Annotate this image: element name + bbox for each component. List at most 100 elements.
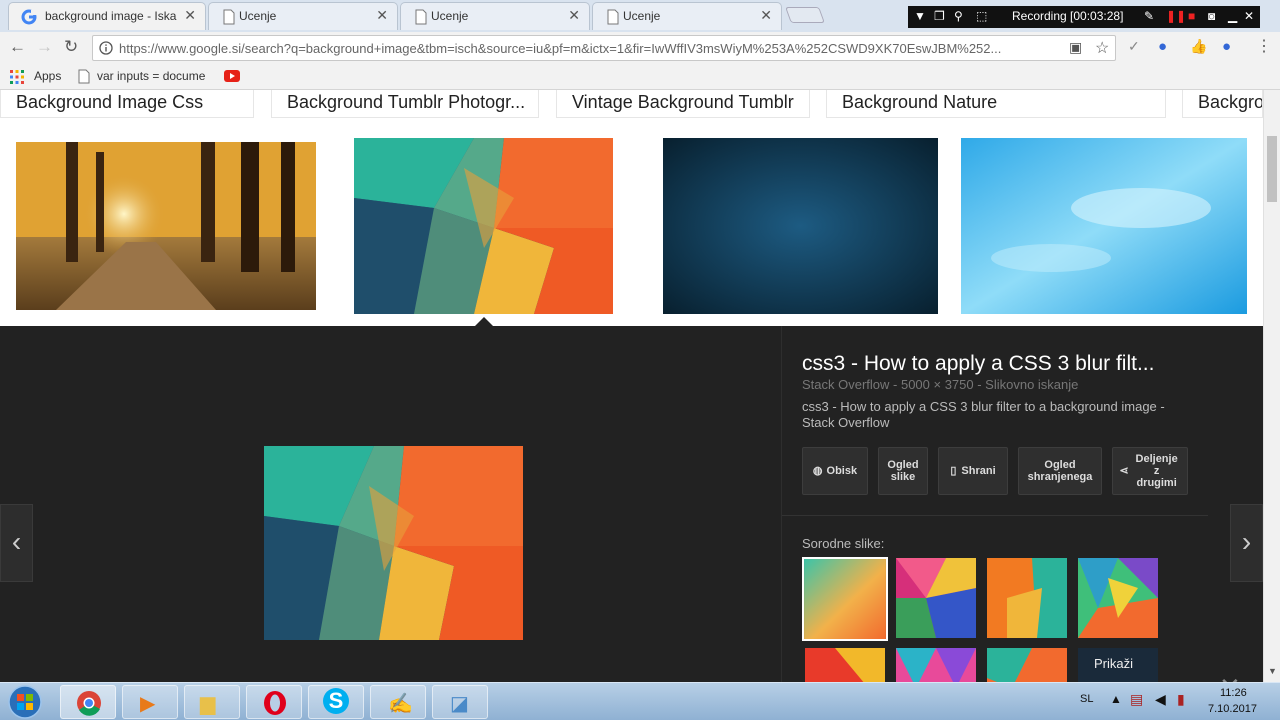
dropdown-icon[interactable]: ▼ <box>914 9 926 23</box>
start-button[interactable] <box>6 684 44 720</box>
related-search-chip[interactable]: Background Image Css <box>0 90 254 118</box>
youtube-icon[interactable] <box>224 70 240 82</box>
menu-icon[interactable]: ⋮ <box>1256 36 1272 56</box>
tab-ucenje-1[interactable]: Ucenje ✕ <box>208 2 398 30</box>
google-g-icon <box>21 9 37 25</box>
tab-ucenje-2[interactable]: Ucenje ✕ <box>400 2 590 30</box>
chip-label: Background Tumblr Photogr... <box>287 92 526 112</box>
address-bar[interactable]: https://www.google.si/search?q=backgroun… <box>92 35 1116 61</box>
next-image-button[interactable]: › <box>1230 504 1263 582</box>
chip-label: Background Image Css <box>16 92 204 112</box>
related-image-thumbnail[interactable] <box>987 558 1067 638</box>
view-image-button[interactable]: Ogled slike <box>878 447 928 495</box>
view-saved-button[interactable]: Ogled shranjenega <box>1018 447 1102 495</box>
region-icon[interactable]: ⬚ <box>976 9 987 23</box>
related-image-thumbnail[interactable] <box>802 557 888 641</box>
related-image-thumbnail[interactable] <box>987 648 1067 682</box>
related-search-chip[interactable]: Background Nature <box>826 90 1166 118</box>
taskbar-notepad[interactable]: ✍ <box>370 685 426 719</box>
taskbar-chrome[interactable] <box>60 685 116 719</box>
checkmark-icon[interactable]: ✓ <box>1128 38 1140 55</box>
chevron-left-icon: ‹ <box>11 526 22 557</box>
save-button[interactable]: ▯ Shrani <box>938 447 1008 495</box>
new-tab-button[interactable] <box>785 7 825 23</box>
chip-label: Vintage Background Tumblr <box>572 92 794 112</box>
bookmark-item[interactable]: var inputs = docume <box>97 69 209 83</box>
tab-ucenje-3[interactable]: Ucenje ✕ <box>592 2 782 30</box>
translate-icon[interactable]: ▣ <box>1069 39 1082 56</box>
related-image-thumbnail[interactable] <box>896 558 976 638</box>
page-icon <box>223 9 235 25</box>
profile-icon[interactable]: ● <box>1222 38 1231 55</box>
visit-label: Obisk <box>826 465 858 477</box>
divider <box>782 515 1208 516</box>
pen-icon[interactable]: ✎ <box>1144 9 1154 23</box>
recording-status: Recording [00:03:28] <box>1012 9 1124 23</box>
camera-icon[interactable]: ◙ <box>1208 9 1215 23</box>
language-indicator[interactable]: SL <box>1080 693 1093 705</box>
stop-icon[interactable]: ■ <box>1188 9 1195 23</box>
taskbar-media-player[interactable]: ▶ <box>122 685 178 719</box>
reload-icon[interactable]: ↻ <box>64 37 78 57</box>
apps-icon[interactable] <box>10 70 24 84</box>
extension-icon[interactable]: ● <box>1158 38 1167 55</box>
forward-icon[interactable]: → <box>36 37 53 57</box>
dark-blue-texture-thumbnail[interactable] <box>663 138 938 314</box>
bookmark-icon: ▯ <box>950 465 957 477</box>
windows-taskbar: ▶ ▆ S ✍ ◪ SL ▲ ▤ ◀ ▮ 11:26 7.10.2017 <box>0 682 1280 720</box>
tab-title: Ucenje <box>239 9 277 23</box>
related-search-chip[interactable]: Backgro <box>1182 90 1263 118</box>
power-icon[interactable]: ▮ <box>1177 691 1185 708</box>
zoom-icon[interactable]: ⚲ <box>954 9 963 23</box>
taskbar-opera[interactable] <box>246 685 302 719</box>
polygon-thumbnail[interactable] <box>354 138 613 314</box>
close-icon[interactable]: ✕ <box>184 7 196 24</box>
water-thumbnail[interactable] <box>961 138 1247 314</box>
close-preview-button[interactable]: ✕ <box>1219 672 1241 682</box>
folder-icon: ▆ <box>200 693 216 715</box>
recording-toolbar: ▼ ❐ ⚲ ⬚ Recording [00:03:28] ✎ ❚❚ ■ ◙ ▁ … <box>908 6 1260 28</box>
image-title[interactable]: css3 - How to apply a CSS 3 blur filt... <box>802 352 1154 376</box>
clock-date[interactable]: 7.10.2017 <box>1208 703 1257 715</box>
close-icon[interactable]: ✕ <box>760 7 772 24</box>
share-button[interactable]: ⋖ Deljenje z drugimi <box>1112 447 1188 495</box>
info-icon[interactable] <box>99 41 113 55</box>
scroll-down-icon[interactable]: ▼ <box>1268 666 1277 676</box>
chip-label: Background Nature <box>842 92 998 112</box>
restore-icon[interactable]: ❐ <box>934 9 945 23</box>
related-image-thumbnail[interactable] <box>896 648 976 682</box>
minimize-icon[interactable]: ▁ <box>1228 9 1237 23</box>
view-image-label: Ogled slike <box>887 459 919 483</box>
vertical-scrollbar[interactable]: ▼ <box>1263 90 1280 682</box>
back-icon[interactable]: ← <box>9 37 26 57</box>
window-icon: ◪ <box>450 693 469 715</box>
taskbar-explorer[interactable]: ▆ <box>184 685 240 719</box>
star-icon[interactable]: ☆ <box>1095 38 1109 58</box>
related-search-chip[interactable]: Background Tumblr Photogr... <box>271 90 539 118</box>
preview-image[interactable] <box>264 446 523 640</box>
volume-icon[interactable]: ◀ <box>1155 691 1166 708</box>
image-description[interactable]: css3 - How to apply a CSS 3 blur filter … <box>802 399 1182 431</box>
visit-button[interactable]: ◍ Obisk <box>802 447 868 495</box>
pause-icon[interactable]: ❚❚ <box>1166 9 1186 23</box>
related-image-thumbnail[interactable] <box>1078 558 1158 638</box>
previous-image-button[interactable]: ‹ <box>0 504 33 582</box>
close-icon[interactable]: ✕ <box>568 7 580 24</box>
related-image-thumbnail[interactable] <box>805 648 885 682</box>
taskbar-skype[interactable]: S <box>308 685 364 719</box>
scrollbar-thumb[interactable] <box>1267 136 1277 202</box>
tab-google-search[interactable]: background image - Iska ✕ <box>8 2 206 30</box>
clock-time[interactable]: 11:26 <box>1220 687 1247 699</box>
close-icon[interactable]: ✕ <box>1244 9 1254 23</box>
show-hidden-icons-icon[interactable]: ▲ <box>1110 692 1122 706</box>
url-text: https://www.google.si/search?q=backgroun… <box>119 41 1002 56</box>
apps-bookmark[interactable]: Apps <box>34 69 61 83</box>
skype-icon: S <box>323 688 349 714</box>
show-more-button[interactable]: Prikaži <box>1078 648 1158 682</box>
close-icon[interactable]: ✕ <box>376 7 388 24</box>
network-icon[interactable]: ▤ <box>1130 691 1143 708</box>
like-icon[interactable]: 👍 <box>1190 38 1207 55</box>
related-search-chip[interactable]: Vintage Background Tumblr <box>556 90 810 118</box>
taskbar-app[interactable]: ◪ <box>432 685 488 719</box>
autumn-forest-thumbnail[interactable] <box>16 142 316 310</box>
